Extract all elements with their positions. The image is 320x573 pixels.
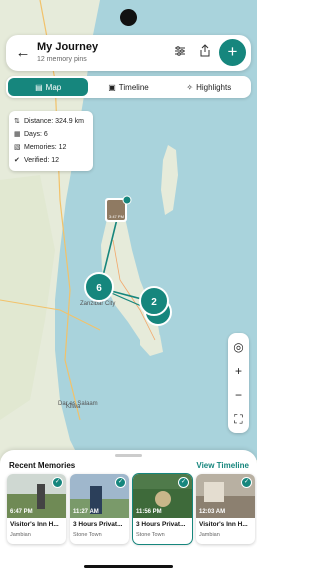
tab-timeline[interactable]: ▣ Timeline [88, 78, 168, 96]
cluster-pin-6[interactable]: 6 [84, 272, 114, 302]
locate-icon[interactable]: ◎ [228, 337, 249, 357]
memory-location: Stone Town [136, 532, 165, 538]
verified-check-icon: ✓ [115, 477, 126, 488]
stat-memories: ▧ Memories: 12 [14, 141, 88, 154]
svg-text:6: 6 [96, 283, 102, 294]
verified-icon: ✔ [14, 157, 20, 164]
memory-time: 6:47 PM [10, 509, 33, 515]
tab-map[interactable]: ▤ Map [8, 78, 89, 96]
zoom-out-button[interactable]: − [228, 385, 249, 405]
tab-highlights[interactable]: ✧ Highlights [169, 78, 249, 96]
memory-name: Visitor's Inn H... [10, 521, 59, 528]
memory-card[interactable]: ✓ 6:47 PM Visitor's Inn H... Jambian [7, 474, 66, 544]
fit-bounds-icon[interactable]: ⛶ [228, 409, 249, 429]
journey-stats-card: ⇅ Distance: 324.9 km ▦ Days: 6 ▧ Memories: … [9, 111, 93, 171]
distance-icon: ⇅ [14, 118, 20, 125]
memory-time: 12:03 AM [199, 509, 226, 515]
stat-distance: ⇅ Distance: 324.9 km [14, 115, 88, 128]
calendar-icon: ▦ [14, 131, 21, 138]
memory-name: Visitor's Inn H... [199, 521, 248, 528]
photos-icon: ▧ [14, 144, 21, 151]
stat-days: ▦ Days: 6 [14, 128, 88, 141]
map-controls: ◎ + − ⛶ [228, 333, 249, 433]
verified-check-icon: ✓ [241, 477, 252, 488]
timeline-icon: ▣ [108, 82, 116, 92]
verified-check-icon: ✓ [178, 477, 189, 488]
view-tabs: ▤ Map ▣ Timeline ✧ Highlights [6, 76, 251, 98]
home-indicator [84, 565, 173, 568]
memory-location: Jambian [10, 532, 31, 538]
tab-map-label: Map [45, 82, 62, 92]
map-icon: ▤ [35, 82, 43, 92]
page-title: My Journey [37, 41, 99, 53]
zoom-in-button[interactable]: + [228, 361, 249, 381]
camera-notch [120, 9, 137, 26]
memory-card[interactable]: ✓ 12:03 AM Visitor's Inn H... Jambian [196, 474, 255, 544]
header-card: ← My Journey 12 memory pins + [6, 35, 251, 71]
app-screen: Zanzibar City Dar es Salaam Kilwa 3:47 P… [0, 0, 257, 573]
svg-text:2: 2 [151, 297, 157, 308]
page-subtitle: 12 memory pins [37, 56, 87, 63]
view-timeline-link[interactable]: View Timeline [196, 461, 249, 470]
recent-memories-title: Recent Memories [9, 461, 76, 470]
memory-time: 11:56 PM [136, 509, 162, 515]
add-memory-button[interactable]: + [219, 39, 246, 66]
memory-card-selected[interactable]: ✓ 11:56 PM 3 Hours Privat... Stone Town [132, 473, 193, 545]
share-icon[interactable] [196, 44, 214, 62]
verified-check-icon: ✓ [52, 477, 63, 488]
status-bar [0, 0, 257, 30]
memory-card[interactable]: ✓ 11:27 AM 3 Hours Privat... Stone Town [70, 474, 129, 544]
photo-pin-time: 3:47 PM [109, 214, 124, 219]
tab-timeline-label: Timeline [118, 82, 149, 92]
filter-icon[interactable] [171, 44, 189, 62]
recent-memories-sheet: Recent Memories View Timeline ✓ 6:47 PM … [0, 450, 257, 573]
memory-name: 3 Hours Privat... [73, 521, 123, 528]
sparkle-icon: ✧ [186, 82, 194, 92]
memory-cards: ✓ 6:47 PM Visitor's Inn H... Jambian ✓ 1… [7, 473, 257, 546]
map-label-region: Kilwa [66, 404, 81, 410]
stat-verified: ✔ Verified: 12 [14, 154, 88, 167]
memory-location: Stone Town [73, 532, 102, 538]
memory-time: 11:27 AM [73, 509, 99, 515]
sheet-handle[interactable] [115, 454, 142, 457]
tab-highlights-label: Highlights [196, 82, 232, 92]
memory-name: 3 Hours Privat... [136, 521, 186, 528]
memory-location: Jambian [199, 532, 220, 538]
back-arrow-icon[interactable]: ← [14, 44, 32, 62]
